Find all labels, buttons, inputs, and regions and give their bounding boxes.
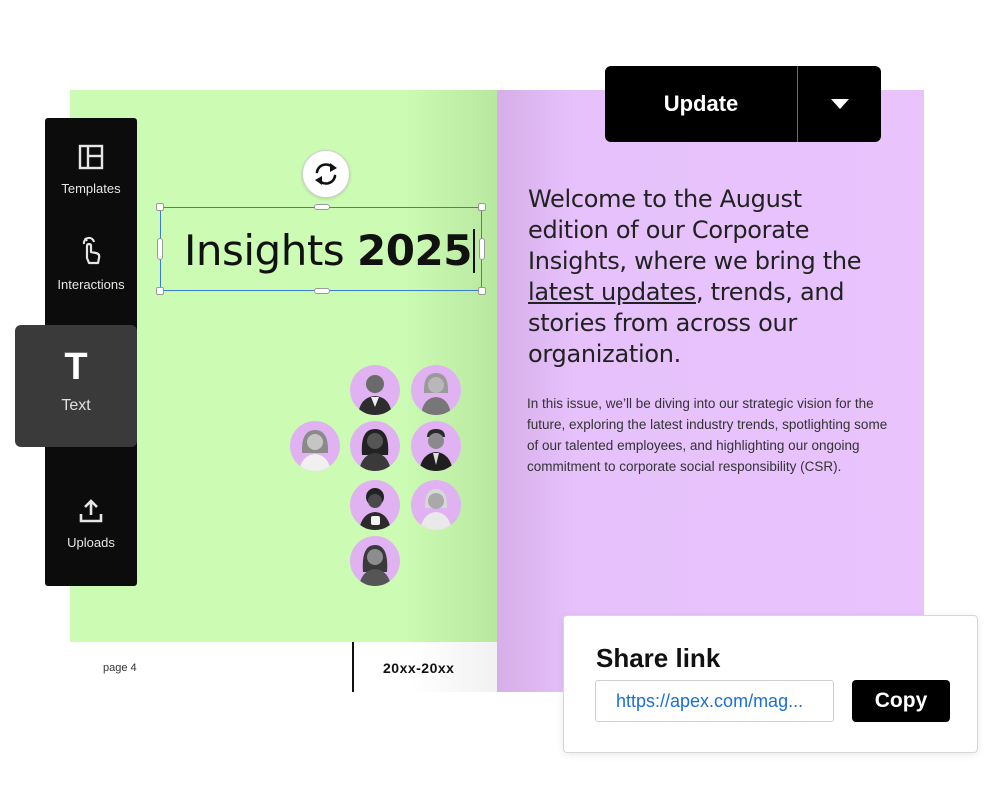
update-split-button: Update — [605, 66, 881, 142]
share-url-field[interactable]: https://apex.com/mag... — [595, 680, 834, 722]
toolbar-item-templates[interactable]: Templates — [45, 144, 137, 196]
resize-handle-right[interactable] — [479, 238, 485, 260]
title-bold: 2025 — [357, 226, 472, 275]
employee-avatar — [290, 421, 340, 471]
toolbar-item-interactions[interactable]: Interactions — [45, 236, 137, 292]
rotate-handle[interactable] — [302, 150, 350, 198]
body-paragraph: In this issue, we’ll be diving into our … — [527, 396, 888, 474]
employee-avatar — [350, 365, 400, 415]
resize-handle-bottom[interactable] — [314, 288, 330, 294]
toolbar-label-uploads: Uploads — [67, 535, 115, 550]
resize-handle-top[interactable] — [314, 204, 330, 210]
resize-handle-bottom-right[interactable] — [478, 287, 486, 295]
resize-handle-top-left[interactable] — [156, 203, 164, 211]
caret-down-icon — [830, 99, 849, 109]
intro-text: Welcome to the August edition of our Cor… — [528, 185, 862, 275]
footer-divider — [352, 642, 354, 692]
toolbar-label-text: Text — [61, 397, 91, 414]
employee-avatar — [350, 421, 400, 471]
toolbar-item-text[interactable]: T Text — [15, 325, 137, 447]
copy-button[interactable]: Copy — [852, 680, 950, 722]
resize-handle-left[interactable] — [157, 238, 163, 260]
employee-avatar — [350, 480, 400, 530]
toolbar-label-templates: Templates — [61, 181, 121, 196]
update-button[interactable]: Update — [605, 66, 797, 142]
magazine-title[interactable]: Insights 2025 — [184, 226, 475, 275]
employee-avatar — [411, 480, 461, 530]
text-cursor — [472, 229, 475, 273]
toolbar-item-uploads[interactable]: Uploads — [45, 498, 137, 550]
title-regular: Insights — [184, 226, 358, 275]
toolbar-label-interactions: Interactions — [57, 277, 125, 292]
layout-template-icon — [78, 144, 104, 170]
share-title: Share link — [596, 643, 721, 673]
rotate-icon — [315, 163, 337, 185]
update-dropdown-button[interactable] — [798, 66, 881, 142]
intro-paragraph: Welcome to the August edition of our Cor… — [528, 184, 888, 370]
page-range: 20xx-20xx — [383, 660, 455, 676]
tap-hand-icon — [82, 236, 101, 265]
resize-handle-bottom-left[interactable] — [156, 287, 164, 295]
employee-avatar — [411, 365, 461, 415]
magazine-right-page — [497, 90, 924, 692]
upload-icon — [79, 499, 103, 523]
latest-updates-link[interactable]: latest updates — [528, 278, 696, 306]
resize-handle-top-right[interactable] — [478, 203, 486, 211]
page-number: page 4 — [103, 662, 137, 674]
employee-avatar — [350, 536, 400, 586]
text-t-icon: T — [64, 346, 88, 388]
employee-avatar — [411, 421, 461, 471]
